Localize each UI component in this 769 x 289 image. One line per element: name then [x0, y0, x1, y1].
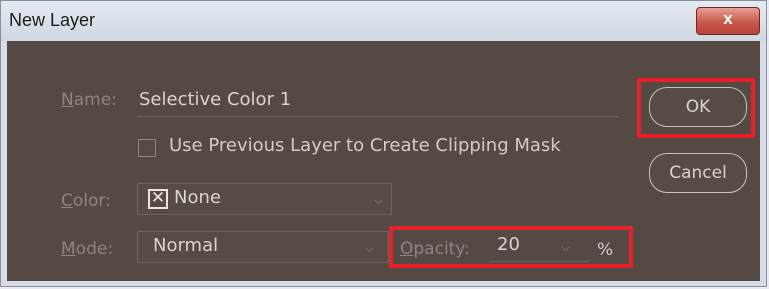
mode-value: Normal	[153, 235, 219, 256]
color-dropdown[interactable]: ✕ None ⌵	[137, 183, 392, 215]
ok-highlight-box	[637, 78, 755, 138]
cancel-button[interactable]: Cancel	[649, 153, 747, 193]
color-label: Color:	[61, 191, 111, 211]
chevron-down-icon: ⌵	[373, 193, 383, 207]
clipping-mask-label: Use Previous Layer to Create Clipping Ma…	[169, 135, 561, 156]
close-button[interactable]: x	[696, 7, 760, 35]
name-input[interactable]: Selective Color 1	[139, 89, 291, 110]
dialog-body: Name: Selective Color 1 Use Previous Lay…	[7, 41, 760, 281]
new-layer-dialog: New Layer x Name: Selective Color 1 Use …	[0, 0, 767, 287]
color-value: None	[174, 187, 221, 208]
none-color-icon: ✕	[148, 188, 168, 209]
titlebar: New Layer x	[1, 1, 766, 41]
clipping-mask-checkbox[interactable]	[138, 139, 156, 157]
chevron-down-icon: ⌵	[364, 241, 374, 255]
mode-dropdown[interactable]: Normal ⌵	[137, 231, 389, 263]
name-label: Name:	[61, 90, 117, 110]
name-field-underline	[137, 116, 619, 117]
opacity-highlight-box	[389, 226, 633, 268]
mode-label: Mode:	[61, 239, 114, 259]
close-icon: x	[723, 9, 733, 28]
dialog-title: New Layer	[9, 10, 96, 30]
